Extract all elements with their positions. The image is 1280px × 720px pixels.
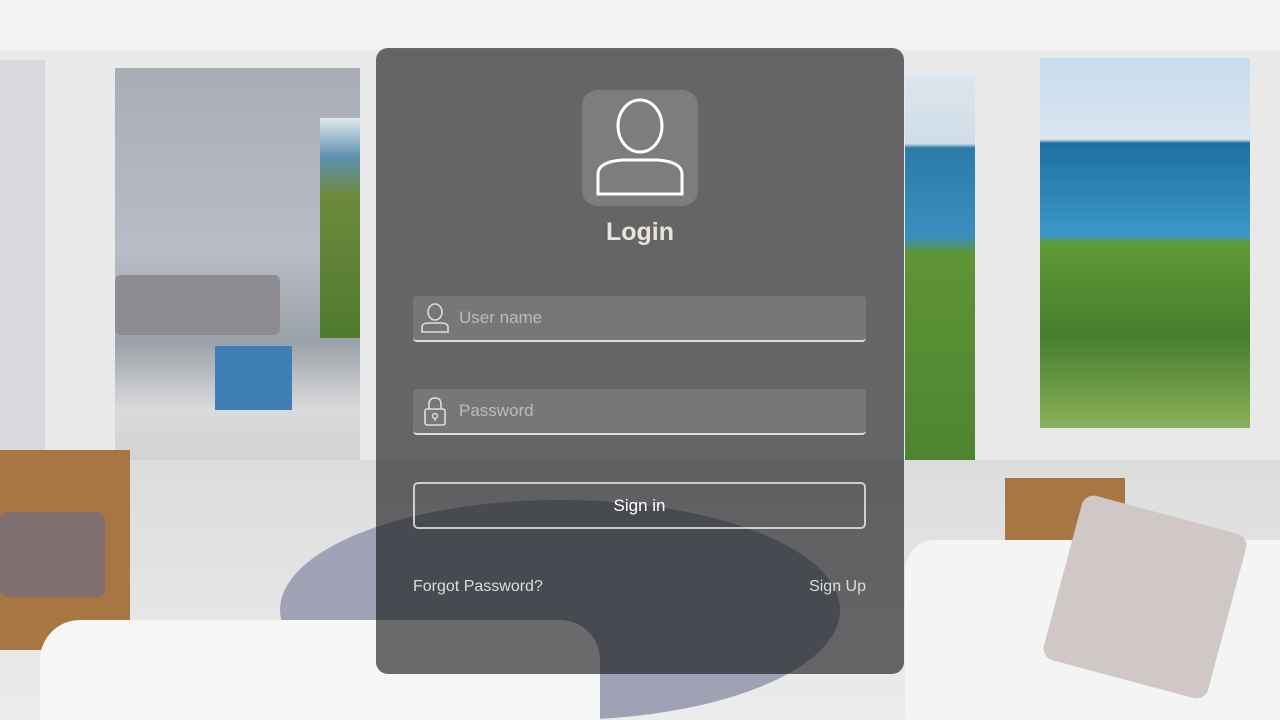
username-input[interactable] — [459, 296, 859, 340]
password-input[interactable] — [459, 389, 859, 433]
login-title: Login — [605, 218, 675, 246]
password-field[interactable] — [413, 389, 866, 435]
lock-icon — [424, 397, 446, 426]
username-field[interactable] — [413, 296, 866, 342]
login-panel: Login Sign in Forgot Password? Sign Up — [376, 48, 904, 674]
sign-up-link[interactable]: Sign Up — [809, 578, 866, 596]
sign-in-button[interactable]: Sign in — [413, 482, 866, 529]
forgot-password-link[interactable]: Forgot Password? — [413, 578, 543, 596]
avatar-user-icon — [582, 90, 698, 206]
user-icon — [421, 303, 449, 333]
